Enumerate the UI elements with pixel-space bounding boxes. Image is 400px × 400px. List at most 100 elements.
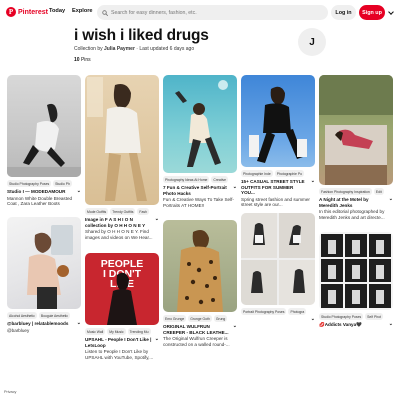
street-style-illustration (249, 86, 307, 163)
pin-card[interactable]: Studio Photography Poses Self Phot 💋Addi… (319, 232, 393, 328)
pin-tags: Alcohol Aesthetic Bouguie Aesthetic (7, 312, 81, 319)
pin-card[interactable]: Fashion Photography Inspiration Edit A N… (319, 75, 393, 220)
pin-card[interactable]: Alcohol Aesthetic Bouguie Aesthetic @bar… (7, 217, 81, 333)
pin-card[interactable]: Studio Photography Poses Studio Ph Studi… (7, 75, 81, 207)
pin-title-row: A Night at the Motel by Meredith Jenks ⌄ (319, 196, 393, 208)
more-options-icon[interactable]: ⌄ (389, 321, 393, 328)
pin-tag[interactable]: Photogra (288, 308, 307, 315)
pin-title[interactable]: @barbluey | relatablemoods (7, 321, 68, 326)
pin-title[interactable]: UPSAHL - People I Don't Like | LetsLoop (85, 337, 151, 348)
pin-tag[interactable]: Grung (213, 315, 228, 322)
pin-tag[interactable]: Self Phot (365, 313, 383, 320)
pin-tag[interactable]: Creative (211, 176, 229, 183)
pin-image[interactable] (319, 75, 393, 185)
pin-tag[interactable]: Studio Ph (53, 180, 72, 187)
pin-tag[interactable]: Photography Ideas At Home (163, 176, 210, 183)
more-options-icon[interactable]: ⌄ (311, 178, 315, 185)
pin-description: The Original Wulfrun Creeper is construc… (163, 336, 230, 347)
pin-title-row: 💋Addicts Vanya🖤 ⌄ (319, 321, 393, 328)
pin-card[interactable]: Emo Grunge Grunge Goth Grung ORIGINAL WU… (163, 220, 237, 347)
pin-title[interactable]: ORIGINAL WULFRUN CREEPER - BLACK LEATHE.… (163, 324, 229, 335)
signup-button[interactable]: Sign up (359, 5, 385, 20)
more-options-icon[interactable]: ⌄ (389, 196, 393, 203)
more-options-icon[interactable]: ⌄ (155, 336, 159, 343)
more-options-icon[interactable]: ⌄ (77, 320, 81, 327)
pin-tag[interactable]: Studio Photography Poses (7, 180, 52, 187)
portrait-grid-illustration (241, 213, 315, 305)
pin-tag[interactable]: Bouguie Aesthetic (38, 312, 70, 319)
pin-tag[interactable]: Photographie Po (274, 170, 304, 177)
login-button[interactable]: Log in (331, 5, 356, 20)
pin-image[interactable] (319, 232, 393, 310)
pin-title[interactable]: Studio I — MODEDAMOUR (7, 189, 65, 194)
pin-title-row: ORIGINAL WULFRUN CREEPER - BLACK LEATHE.… (163, 323, 237, 335)
pin-tags: Music Wall My Music Trending Mu (85, 328, 159, 335)
pin-tag[interactable]: Studio Photography Poses (319, 313, 364, 320)
pin-tag[interactable]: My Music (107, 328, 126, 335)
pin-image[interactable] (241, 75, 315, 167)
pin-description: Listen to People I Don't Like by UPSAHL … (85, 349, 154, 360)
pin-title-row: Image in F A S H I O N collection by O H… (85, 216, 159, 228)
pinterest-logo-text: Pinterest (18, 8, 48, 16)
pin-image[interactable] (163, 220, 237, 312)
pin-title[interactable]: 7 Fun & Creative Self-Portrait Photo Hac… (163, 185, 227, 196)
search-icon (102, 9, 108, 16)
pin-title[interactable]: 💋Addicts Vanya🖤 (319, 322, 362, 327)
singer-illustration (107, 272, 137, 325)
pin-tag[interactable]: Edit (373, 188, 384, 195)
self-portrait-illustration (175, 80, 228, 167)
leopard-coat-illustration (177, 230, 223, 312)
pin-image[interactable] (163, 75, 237, 173)
pin-tag[interactable]: Photographie Inde (241, 170, 273, 177)
avatar[interactable]: J (298, 28, 326, 56)
pin-tag[interactable]: Portrait Photography Poses (241, 308, 287, 315)
search-bar[interactable] (97, 5, 328, 20)
pin-tag[interactable]: Grunge Goth (188, 315, 212, 322)
pin-tag[interactable]: Music Wall (85, 328, 106, 335)
collection-prefix: Collection by (74, 46, 103, 52)
more-options-icon[interactable]: ⌄ (233, 323, 237, 330)
pin-count-label: Pins (80, 57, 91, 63)
board-author-link[interactable]: Julia Paymer (104, 46, 135, 52)
more-options-icon[interactable]: ⌄ (77, 188, 81, 195)
pin-description: Fun & Creative Ways To Take Self-Portrai… (163, 197, 234, 208)
pin-tag[interactable]: Fashion Photography Inspiration (319, 188, 372, 195)
search-input[interactable] (111, 9, 311, 16)
pin-tag[interactable]: Mode Outfits (85, 208, 109, 215)
pin-title[interactable]: Image in F A S H I O N collection by O H… (85, 217, 145, 228)
pin-title-row: Studio I — MODEDAMOUR ⌄ (7, 188, 81, 195)
pin-tag[interactable]: Emo Grunge (163, 315, 187, 322)
more-options-icon[interactable]: ⌄ (155, 216, 159, 223)
pin-image[interactable] (85, 75, 159, 205)
pin-image[interactable] (7, 75, 81, 177)
pin-card[interactable]: Mode Outfits Trendy Outfits Fash Image i… (85, 75, 159, 240)
chevron-down-icon[interactable] (388, 9, 394, 15)
nav-today[interactable]: Today (49, 8, 65, 14)
pin-tags: Photographie Inde Photographie Po (241, 170, 315, 177)
pin-image[interactable] (7, 217, 81, 309)
pin-card[interactable]: Photography Ideas At Home Creative 7 Fun… (163, 75, 237, 208)
nav-explore[interactable]: Explore (72, 8, 93, 14)
pin-title[interactable]: 15+ CASUAL STREET STYLE OUTFITS FOR SUMM… (241, 179, 305, 195)
pin-description: In this editorial photographed by Meredi… (319, 209, 385, 220)
pin-tag[interactable]: Alcohol Aesthetic (7, 312, 37, 319)
bathroom-selfie-illustration (27, 225, 73, 309)
pin-description: Shared by O H H O N E Y. Find images and… (85, 229, 153, 240)
pin-tag[interactable]: Fash (137, 208, 149, 215)
privacy-link[interactable]: Privacy (4, 390, 16, 394)
pin-tag[interactable]: Trendy Outfits (110, 208, 136, 215)
pinterest-logo[interactable]: P Pinterest (6, 5, 48, 19)
pin-title[interactable]: A Night at the Motel by Meredith Jenks (319, 197, 369, 208)
pin-image[interactable]: PEOPLE I DON'T LIKE (85, 253, 159, 325)
meta-separator: · (136, 46, 138, 52)
pin-tag[interactable]: Trending Mu (127, 328, 151, 335)
pin-card[interactable]: Photographie Inde Photographie Po 15+ CA… (241, 75, 315, 208)
pin-card[interactable]: PEOPLE I DON'T LIKE Music Wall My Music … (85, 253, 159, 360)
more-options-icon[interactable]: ⌄ (311, 316, 315, 323)
pin-image[interactable] (241, 213, 315, 305)
more-options-icon[interactable]: ⌄ (233, 184, 237, 191)
pin-title-row: 7 Fun & Creative Self-Portrait Photo Hac… (163, 184, 237, 196)
pin-card[interactable]: Portrait Photography Poses Photogra ⌄ (241, 213, 315, 322)
pin-tags: Portrait Photography Poses Photogra (241, 308, 315, 315)
pin-count-value: 10 (74, 57, 80, 63)
